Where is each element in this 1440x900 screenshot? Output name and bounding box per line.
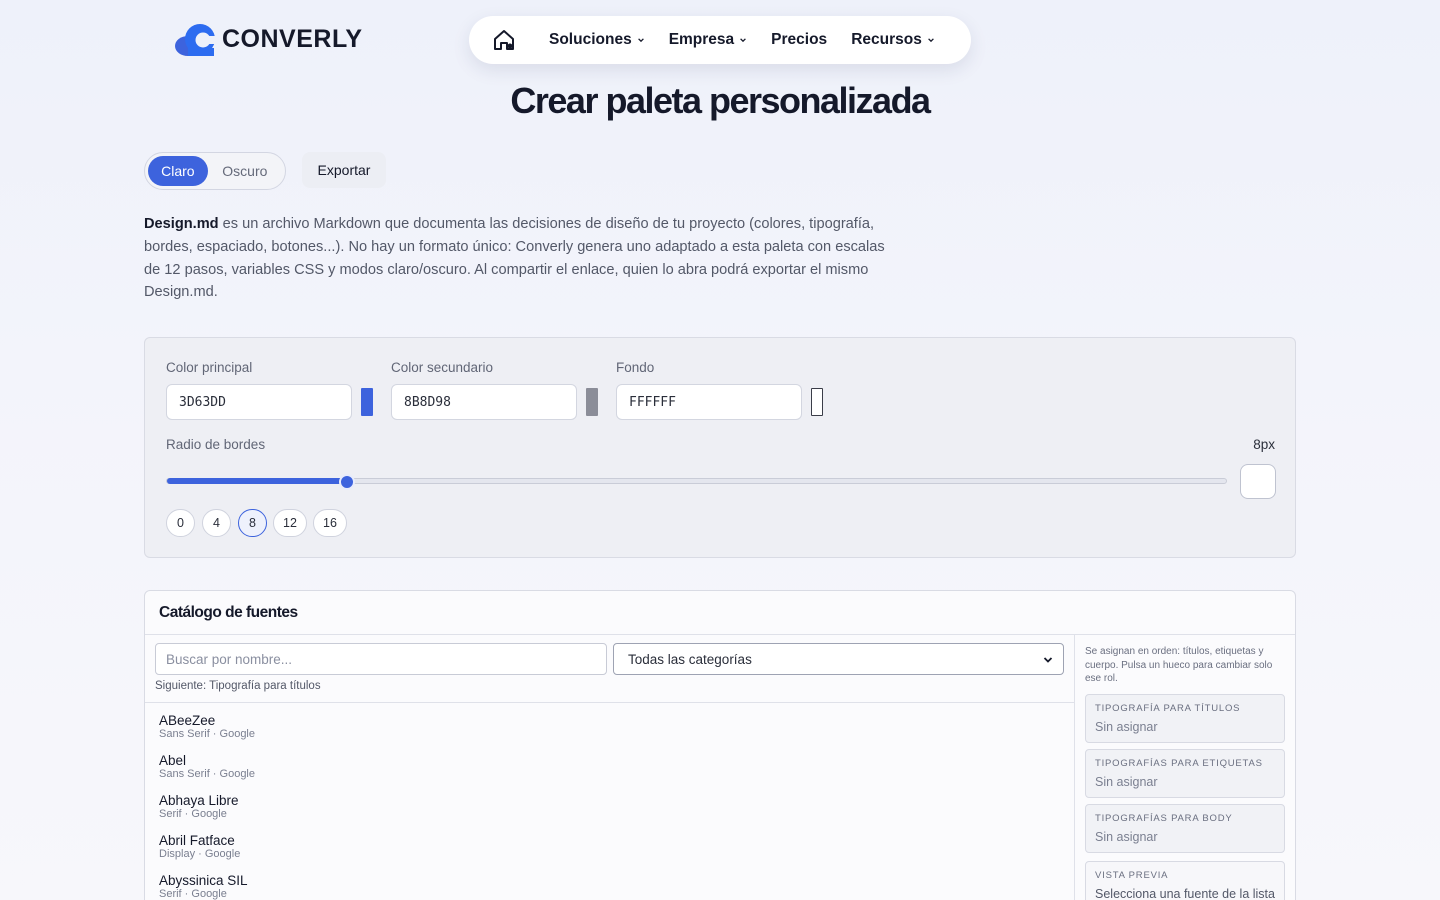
chevron-down-icon xyxy=(637,38,644,43)
secondary-color-swatch[interactable] xyxy=(586,388,598,416)
chevron-down-icon xyxy=(1043,657,1053,663)
font-name: Abhaya Libre xyxy=(159,793,239,808)
font-meta: Serif · Google xyxy=(159,808,227,820)
home-icon[interactable] xyxy=(491,27,517,53)
assign-note: Se asignan en orden: títulos, etiquetas … xyxy=(1085,646,1273,684)
brand-logo[interactable]: CONVERLY xyxy=(174,22,363,56)
palette-settings-card: Color principal 3D63DD Color secundario … xyxy=(144,337,1296,558)
font-meta: Sans Serif · Google xyxy=(159,768,255,780)
font-name: Abel xyxy=(159,753,187,768)
slot-preview: VISTA PREVIA Selecciona una fuente de la… xyxy=(1085,861,1285,900)
intro-bold: Design.md xyxy=(144,216,219,232)
nav-recursos[interactable]: Recursos xyxy=(851,31,935,49)
primary-color-swatch[interactable] xyxy=(361,388,373,416)
font-list-item[interactable]: Abhaya Libre Serif · Google xyxy=(159,793,239,821)
radius-label: Radio de bordes xyxy=(166,437,266,452)
radius-slider-thumb[interactable] xyxy=(339,474,356,490)
font-list-item[interactable]: Abyssinica SIL Serif · Google xyxy=(159,873,248,900)
slot-body[interactable]: TIPOGRAFÍAS PARA BODY Sin asignar xyxy=(1085,804,1285,853)
font-name: ABeeZee xyxy=(159,713,216,728)
next-slot-label: Siguiente: Tipografía para títulos xyxy=(155,680,321,692)
primary-color-label: Color principal xyxy=(166,360,253,375)
font-name: Abyssinica SIL xyxy=(159,873,248,888)
slot-value: Sin asignar xyxy=(1095,720,1158,734)
primary-color-input[interactable]: 3D63DD xyxy=(166,384,352,420)
nav-precios[interactable]: Precios xyxy=(771,31,827,49)
catalog-title: Catálogo de fuentes xyxy=(145,591,1295,635)
radius-preset-16[interactable]: 16 xyxy=(313,509,347,537)
radius-slider-fill xyxy=(167,478,348,484)
export-button[interactable]: Exportar xyxy=(302,152,386,188)
slot-value: Sin asignar xyxy=(1095,830,1158,844)
radius-preview-box xyxy=(1240,464,1276,499)
radius-slider[interactable] xyxy=(166,474,1227,490)
slot-value: Selecciona una fuente de la lista xyxy=(1095,887,1275,900)
intro-body: es un archivo Markdown que documenta las… xyxy=(144,216,885,301)
slot-titles[interactable]: TIPOGRAFÍA PARA TÍTULOS Sin asignar xyxy=(1085,694,1285,743)
main-nav: Soluciones Empresa Precios Recursos xyxy=(469,16,971,64)
intro-text: Design.md es un archivo Markdown que doc… xyxy=(144,213,904,304)
background-color-input[interactable]: FFFFFF xyxy=(616,384,802,420)
brand-name: CONVERLY xyxy=(222,24,363,53)
font-list-panel: Buscar por nombre... Todas las categoría… xyxy=(145,635,1075,900)
font-list-item[interactable]: Abril Fatface Display · Google xyxy=(159,833,240,861)
nav-soluciones[interactable]: Soluciones xyxy=(549,31,645,49)
nav-empresa[interactable]: Empresa xyxy=(669,31,747,49)
radius-value: 8px xyxy=(1253,437,1275,452)
background-color-label: Fondo xyxy=(616,360,655,375)
radius-preset-4[interactable]: 4 xyxy=(202,509,231,537)
font-meta: Display · Google xyxy=(159,848,241,860)
slot-value: Sin asignar xyxy=(1095,775,1158,789)
nav-soluciones-label: Soluciones xyxy=(549,31,632,48)
slot-title: TIPOGRAFÍAS PARA ETIQUETAS xyxy=(1095,758,1263,769)
font-name: Abril Fatface xyxy=(159,833,235,848)
nav-precios-label: Precios xyxy=(771,31,828,48)
mode-light-button[interactable]: Claro xyxy=(148,156,208,186)
slot-title: TIPOGRAFÍAS PARA BODY xyxy=(1095,813,1233,824)
radius-preset-0[interactable]: 0 xyxy=(166,509,195,537)
font-meta: Serif · Google xyxy=(159,888,227,900)
list-divider xyxy=(145,702,1075,703)
cloud-logo-icon xyxy=(174,22,218,56)
mode-dark-button[interactable]: Oscuro xyxy=(208,156,282,186)
theme-mode-toggle: Claro Oscuro xyxy=(144,152,286,190)
nav-empresa-label: Empresa xyxy=(668,31,735,48)
page-title: Crear paleta personalizada xyxy=(510,80,931,121)
secondary-color-label: Color secundario xyxy=(391,360,494,375)
font-slots-panel: Se asignan en orden: títulos, etiquetas … xyxy=(1075,635,1295,900)
radius-preset-12[interactable]: 12 xyxy=(273,509,307,537)
category-select[interactable]: Todas las categorías xyxy=(613,643,1064,675)
font-catalog: Catálogo de fuentes Buscar por nombre...… xyxy=(144,590,1296,900)
font-meta: Sans Serif · Google xyxy=(159,728,255,740)
slot-labels[interactable]: TIPOGRAFÍAS PARA ETIQUETAS Sin asignar xyxy=(1085,749,1285,798)
font-list-item[interactable]: Abel Sans Serif · Google xyxy=(159,753,255,781)
category-select-value: Todas las categorías xyxy=(628,651,752,667)
secondary-color-input[interactable]: 8B8D98 xyxy=(391,384,577,420)
chevron-down-icon xyxy=(927,38,934,43)
background-color-swatch[interactable] xyxy=(811,388,823,416)
slot-title: TIPOGRAFÍA PARA TÍTULOS xyxy=(1095,703,1241,714)
chevron-down-icon xyxy=(740,38,747,43)
radius-preset-8[interactable]: 8 xyxy=(238,509,267,537)
slot-title: VISTA PREVIA xyxy=(1095,870,1169,881)
font-list-item[interactable]: ABeeZee Sans Serif · Google xyxy=(159,713,255,741)
nav-recursos-label: Recursos xyxy=(851,31,922,48)
font-search-input[interactable]: Buscar por nombre... xyxy=(155,643,607,675)
